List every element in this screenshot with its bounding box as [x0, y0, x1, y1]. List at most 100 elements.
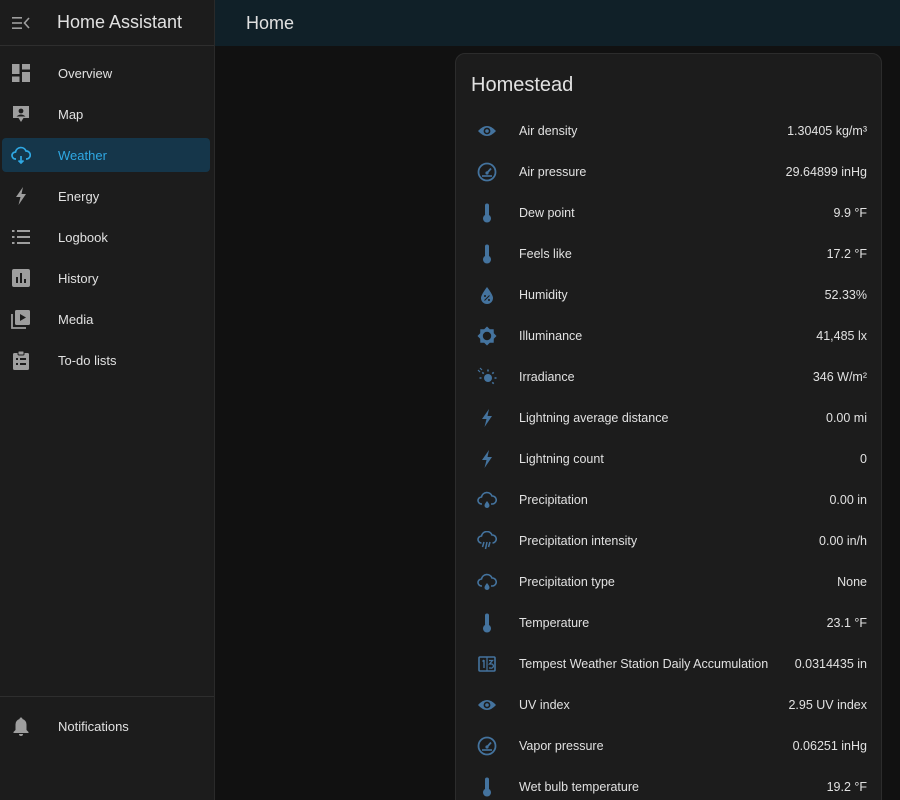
- sidebar-item-label: Map: [58, 106, 84, 122]
- menu-collapse-button[interactable]: [0, 0, 42, 46]
- map-icon: [2, 97, 40, 131]
- entity-row-lightning-count[interactable]: Lightning count 0: [456, 438, 881, 479]
- sidebar: Home Assistant Overview Map Weather Ener…: [0, 0, 215, 800]
- entity-value: 9.9 °F: [833, 205, 867, 220]
- sidebar-item-notifications[interactable]: Notifications: [2, 709, 210, 743]
- entity-value: None: [837, 574, 867, 589]
- sidebar-item-map[interactable]: Map: [2, 97, 210, 131]
- entity-value: 23.1 °F: [826, 615, 867, 630]
- counter-icon: [474, 651, 500, 677]
- brightness-icon: [474, 323, 500, 349]
- entity-row-temperature[interactable]: Temperature 23.1 °F: [456, 602, 881, 643]
- entity-row-lightning-average-distance[interactable]: Lightning average distance 0.00 mi: [456, 397, 881, 438]
- entity-row-humidity[interactable]: Humidity 52.33%: [456, 274, 881, 315]
- entity-name: Lightning average distance: [519, 410, 669, 425]
- sidebar-item-energy[interactable]: Energy: [2, 179, 210, 213]
- card-title: Homestead: [471, 74, 574, 96]
- water-percent-icon: [474, 282, 500, 308]
- cloud-icon: [2, 138, 40, 172]
- entity-row-wet-bulb-temperature[interactable]: Wet bulb temperature 19.2 °F: [456, 766, 881, 800]
- entity-list: Air density 1.30405 kg/m³ Air pressure 2…: [456, 110, 881, 800]
- entity-value: 0.00 mi: [826, 410, 867, 425]
- thermometer-icon: [474, 200, 500, 226]
- thermometer-icon: [474, 610, 500, 636]
- gauge-icon: [474, 159, 500, 185]
- sidebar-item-todo-lists[interactable]: To-do lists: [2, 343, 210, 377]
- view-dashboard-icon: [2, 56, 40, 90]
- entity-value: 2.95 UV index: [788, 697, 867, 712]
- chart-bar-icon: [2, 261, 40, 295]
- clipboard-list-icon: [2, 343, 40, 377]
- sidebar-item-label: Media: [58, 311, 94, 327]
- entity-row-uv-index[interactable]: UV index 2.95 UV index: [456, 684, 881, 725]
- entity-row-feels-like[interactable]: Feels like 17.2 °F: [456, 233, 881, 274]
- lightning-icon: [2, 179, 40, 213]
- entity-row-precipitation[interactable]: Precipitation 0.00 in: [456, 479, 881, 520]
- entity-value: 17.2 °F: [826, 246, 867, 261]
- sidebar-item-overview[interactable]: Overview: [2, 56, 210, 90]
- entity-name: Lightning count: [519, 451, 604, 466]
- entity-name: Feels like: [519, 246, 572, 261]
- weather-pouring-icon: [474, 528, 500, 554]
- sidebar-item-history[interactable]: History: [2, 261, 210, 295]
- menu-collapse-icon: [12, 16, 30, 30]
- entity-name: Dew point: [519, 205, 575, 220]
- entity-value: 0.00 in: [829, 492, 867, 507]
- sidebar-item-logbook[interactable]: Logbook: [2, 220, 210, 254]
- eye-icon: [474, 692, 500, 718]
- entity-row-daily-accumulation[interactable]: Tempest Weather Station Daily Accumulati…: [456, 643, 881, 684]
- app-title: Home Assistant: [57, 12, 183, 32]
- entity-name: Illuminance: [519, 328, 583, 343]
- sidebar-header: Home Assistant: [0, 0, 214, 46]
- entity-value: 0.00 in/h: [819, 533, 867, 548]
- sidebar-item-label: Energy: [58, 188, 100, 204]
- entity-row-precipitation-intensity[interactable]: Precipitation intensity 0.00 in/h: [456, 520, 881, 561]
- entity-name: Humidity: [519, 287, 568, 302]
- sidebar-item-media[interactable]: Media: [2, 302, 210, 336]
- thermometer-icon: [474, 241, 500, 267]
- entity-row-vapor-pressure[interactable]: Vapor pressure 0.06251 inHg: [456, 725, 881, 766]
- entity-name: UV index: [519, 697, 570, 712]
- entity-row-air-pressure[interactable]: Air pressure 29.64899 inHg: [456, 151, 881, 192]
- weather-rainy-icon: [474, 487, 500, 513]
- entity-value: 0.06251 inHg: [792, 738, 867, 753]
- entities-card: Homestead Air density 1.30405 kg/m³ Air …: [455, 53, 882, 800]
- entity-name: Tempest Weather Station Daily Accumulati…: [519, 656, 769, 671]
- entity-row-illuminance[interactable]: Illuminance 41,485 lx: [456, 315, 881, 356]
- sidebar-item-label: Overview: [58, 65, 113, 81]
- entity-value: 1.30405 kg/m³: [787, 123, 867, 138]
- entity-value: 0.0314435 in: [794, 656, 867, 671]
- entity-name: Vapor pressure: [519, 738, 604, 753]
- entity-row-precipitation-type[interactable]: Precipitation type None: [456, 561, 881, 602]
- entity-row-air-density[interactable]: Air density 1.30405 kg/m³: [456, 110, 881, 151]
- entity-value: 29.64899 inHg: [785, 164, 867, 179]
- entity-name: Precipitation type: [519, 574, 615, 589]
- list-icon: [2, 220, 40, 254]
- thermometer-icon: [474, 774, 500, 800]
- sidebar-item-label: Notifications: [58, 718, 129, 734]
- eye-icon: [474, 118, 500, 144]
- entity-name: Temperature: [519, 615, 590, 630]
- entity-row-irradiance[interactable]: Irradiance 346 W/m²: [456, 356, 881, 397]
- entity-value: 0: [860, 451, 867, 466]
- lightning-icon: [474, 446, 500, 472]
- entity-value: 346 W/m²: [812, 369, 867, 384]
- entity-name: Precipitation: [519, 492, 588, 507]
- sidebar-item-weather[interactable]: Weather: [2, 138, 210, 172]
- entity-name: Irradiance: [519, 369, 575, 384]
- entity-value: 52.33%: [824, 287, 867, 302]
- sidebar-item-label: To-do lists: [58, 352, 117, 368]
- sidebar-item-label: History: [58, 270, 99, 286]
- sun-rays-icon: [474, 364, 500, 390]
- entity-value: 19.2 °F: [826, 779, 867, 794]
- sidebar-item-label: Weather: [58, 147, 107, 163]
- sidebar-item-label: Logbook: [58, 229, 108, 245]
- entity-name: Air pressure: [519, 164, 587, 179]
- sidebar-bottom: Notifications: [0, 696, 214, 800]
- entity-name: Air density: [519, 123, 578, 138]
- sidebar-nav: Overview Map Weather Energy Logbook Hist…: [0, 46, 214, 377]
- entity-row-dew-point[interactable]: Dew point 9.9 °F: [456, 192, 881, 233]
- bell-icon: [2, 709, 40, 743]
- entity-name: Wet bulb temperature: [519, 779, 639, 794]
- entity-name: Precipitation intensity: [519, 533, 638, 548]
